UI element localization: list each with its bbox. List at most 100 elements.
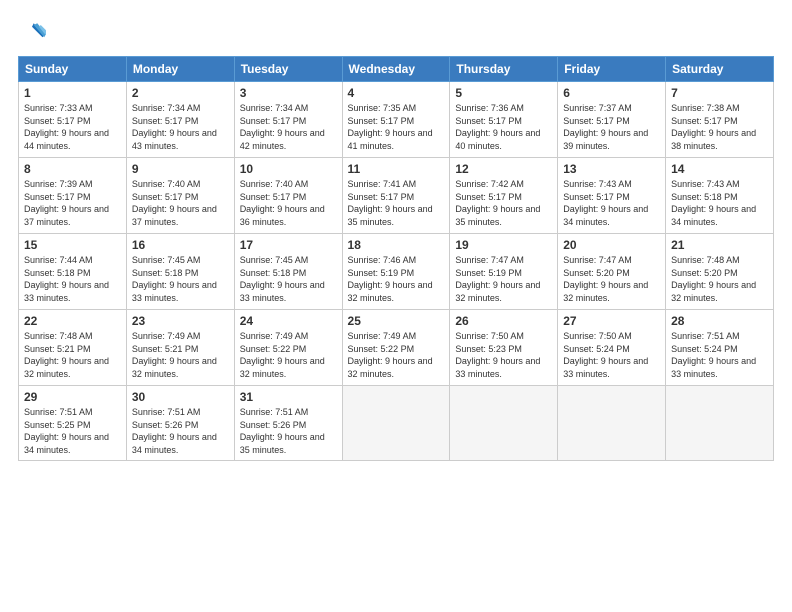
calendar-cell: 14Sunrise: 7:43 AMSunset: 5:18 PMDayligh… bbox=[666, 158, 774, 234]
day-number: 17 bbox=[240, 238, 337, 252]
day-info: Sunrise: 7:51 AMSunset: 5:24 PMDaylight:… bbox=[671, 330, 768, 380]
day-info: Sunrise: 7:50 AMSunset: 5:23 PMDaylight:… bbox=[455, 330, 552, 380]
calendar-cell bbox=[342, 386, 450, 461]
day-number: 8 bbox=[24, 162, 121, 176]
day-info: Sunrise: 7:41 AMSunset: 5:17 PMDaylight:… bbox=[348, 178, 445, 228]
day-number: 10 bbox=[240, 162, 337, 176]
day-number: 21 bbox=[671, 238, 768, 252]
day-info: Sunrise: 7:40 AMSunset: 5:17 PMDaylight:… bbox=[132, 178, 229, 228]
calendar-cell: 30 Sunrise: 7:51 AMSunset: 5:26 PMDayligh… bbox=[126, 386, 234, 461]
day-info: Sunrise: 7:45 AMSunset: 5:18 PMDaylight:… bbox=[240, 254, 337, 304]
calendar-table: SundayMondayTuesdayWednesdayThursdayFrid… bbox=[18, 56, 774, 461]
day-info: Sunrise: 7:44 AMSunset: 5:18 PMDaylight:… bbox=[24, 254, 121, 304]
calendar-cell: 25 Sunrise: 7:49 AMSunset: 5:22 PMDayligh… bbox=[342, 310, 450, 386]
day-info: Sunrise: 7:36 AMSunset: 5:17 PMDaylight:… bbox=[455, 102, 552, 152]
calendar-cell: 29 Sunrise: 7:51 AMSunset: 5:25 PMDayligh… bbox=[19, 386, 127, 461]
logo-icon bbox=[18, 18, 46, 46]
day-info: Sunrise: 7:45 AMSunset: 5:18 PMDaylight:… bbox=[132, 254, 229, 304]
calendar-cell: 4 Sunrise: 7:35 AMSunset: 5:17 PMDaylight… bbox=[342, 82, 450, 158]
week-row-4: 22 Sunrise: 7:48 AMSunset: 5:21 PMDayligh… bbox=[19, 310, 774, 386]
day-number: 29 bbox=[24, 390, 121, 404]
logo bbox=[18, 18, 50, 46]
day-number: 27 bbox=[563, 314, 660, 328]
calendar-cell: 21 Sunrise: 7:48 AMSunset: 5:20 PMDayligh… bbox=[666, 234, 774, 310]
calendar-cell: 8 Sunrise: 7:39 AMSunset: 5:17 PMDaylight… bbox=[19, 158, 127, 234]
day-number: 16 bbox=[132, 238, 229, 252]
day-info: Sunrise: 7:43 AMSunset: 5:17 PMDaylight:… bbox=[563, 178, 660, 228]
day-info: Sunrise: 7:43 AMSunset: 5:18 PMDaylight:… bbox=[671, 178, 768, 228]
col-header-monday: Monday bbox=[126, 57, 234, 82]
calendar-cell: 12Sunrise: 7:42 AMSunset: 5:17 PMDayligh… bbox=[450, 158, 558, 234]
page: SundayMondayTuesdayWednesdayThursdayFrid… bbox=[0, 0, 792, 612]
day-number: 22 bbox=[24, 314, 121, 328]
header bbox=[18, 18, 774, 46]
calendar-cell: 3 Sunrise: 7:34 AMSunset: 5:17 PMDaylight… bbox=[234, 82, 342, 158]
day-number: 19 bbox=[455, 238, 552, 252]
day-info: Sunrise: 7:50 AMSunset: 5:24 PMDaylight:… bbox=[563, 330, 660, 380]
calendar-cell: 16 Sunrise: 7:45 AMSunset: 5:18 PMDayligh… bbox=[126, 234, 234, 310]
day-number: 6 bbox=[563, 86, 660, 100]
calendar-cell bbox=[666, 386, 774, 461]
calendar-cell: 10 Sunrise: 7:40 AMSunset: 5:17 PMDayligh… bbox=[234, 158, 342, 234]
col-header-sunday: Sunday bbox=[19, 57, 127, 82]
calendar-cell: 11 Sunrise: 7:41 AMSunset: 5:17 PMDayligh… bbox=[342, 158, 450, 234]
day-number: 12 bbox=[455, 162, 552, 176]
day-info: Sunrise: 7:49 AMSunset: 5:21 PMDaylight:… bbox=[132, 330, 229, 380]
day-number: 13 bbox=[563, 162, 660, 176]
calendar-cell: 7Sunrise: 7:38 AMSunset: 5:17 PMDaylight… bbox=[666, 82, 774, 158]
day-info: Sunrise: 7:51 AMSunset: 5:26 PMDaylight:… bbox=[132, 406, 229, 456]
calendar-cell: 26 Sunrise: 7:50 AMSunset: 5:23 PMDayligh… bbox=[450, 310, 558, 386]
day-number: 7 bbox=[671, 86, 768, 100]
day-info: Sunrise: 7:39 AMSunset: 5:17 PMDaylight:… bbox=[24, 178, 121, 228]
calendar-cell: 2 Sunrise: 7:34 AMSunset: 5:17 PMDaylight… bbox=[126, 82, 234, 158]
day-number: 28 bbox=[671, 314, 768, 328]
calendar-cell bbox=[450, 386, 558, 461]
calendar-cell: 15Sunrise: 7:44 AMSunset: 5:18 PMDayligh… bbox=[19, 234, 127, 310]
calendar-cell: 31 Sunrise: 7:51 AMSunset: 5:26 PMDayligh… bbox=[234, 386, 342, 461]
day-number: 3 bbox=[240, 86, 337, 100]
day-number: 30 bbox=[132, 390, 229, 404]
col-header-saturday: Saturday bbox=[666, 57, 774, 82]
week-row-2: 8 Sunrise: 7:39 AMSunset: 5:17 PMDaylight… bbox=[19, 158, 774, 234]
day-number: 5 bbox=[455, 86, 552, 100]
day-info: Sunrise: 7:40 AMSunset: 5:17 PMDaylight:… bbox=[240, 178, 337, 228]
calendar-cell: 24Sunrise: 7:49 AMSunset: 5:22 PMDayligh… bbox=[234, 310, 342, 386]
calendar-cell: 13 Sunrise: 7:43 AMSunset: 5:17 PMDayligh… bbox=[558, 158, 666, 234]
day-info: Sunrise: 7:51 AMSunset: 5:26 PMDaylight:… bbox=[240, 406, 337, 456]
day-info: Sunrise: 7:51 AMSunset: 5:25 PMDaylight:… bbox=[24, 406, 121, 456]
day-number: 2 bbox=[132, 86, 229, 100]
day-number: 11 bbox=[348, 162, 445, 176]
day-info: Sunrise: 7:46 AMSunset: 5:19 PMDaylight:… bbox=[348, 254, 445, 304]
day-info: Sunrise: 7:35 AMSunset: 5:17 PMDaylight:… bbox=[348, 102, 445, 152]
col-header-wednesday: Wednesday bbox=[342, 57, 450, 82]
day-number: 31 bbox=[240, 390, 337, 404]
week-row-3: 15Sunrise: 7:44 AMSunset: 5:18 PMDayligh… bbox=[19, 234, 774, 310]
day-info: Sunrise: 7:48 AMSunset: 5:21 PMDaylight:… bbox=[24, 330, 121, 380]
day-info: Sunrise: 7:49 AMSunset: 5:22 PMDaylight:… bbox=[240, 330, 337, 380]
col-header-thursday: Thursday bbox=[450, 57, 558, 82]
calendar-cell: 9 Sunrise: 7:40 AMSunset: 5:17 PMDaylight… bbox=[126, 158, 234, 234]
calendar-cell: 28 Sunrise: 7:51 AMSunset: 5:24 PMDayligh… bbox=[666, 310, 774, 386]
day-info: Sunrise: 7:48 AMSunset: 5:20 PMDaylight:… bbox=[671, 254, 768, 304]
day-info: Sunrise: 7:34 AMSunset: 5:17 PMDaylight:… bbox=[240, 102, 337, 152]
day-number: 9 bbox=[132, 162, 229, 176]
day-number: 26 bbox=[455, 314, 552, 328]
day-info: Sunrise: 7:47 AMSunset: 5:20 PMDaylight:… bbox=[563, 254, 660, 304]
day-info: Sunrise: 7:49 AMSunset: 5:22 PMDaylight:… bbox=[348, 330, 445, 380]
calendar-cell bbox=[558, 386, 666, 461]
day-number: 20 bbox=[563, 238, 660, 252]
calendar-cell: 19 Sunrise: 7:47 AMSunset: 5:19 PMDayligh… bbox=[450, 234, 558, 310]
calendar-cell: 23Sunrise: 7:49 AMSunset: 5:21 PMDayligh… bbox=[126, 310, 234, 386]
day-number: 25 bbox=[348, 314, 445, 328]
col-header-tuesday: Tuesday bbox=[234, 57, 342, 82]
col-header-friday: Friday bbox=[558, 57, 666, 82]
calendar-cell: 1Sunrise: 7:33 AMSunset: 5:17 PMDaylight… bbox=[19, 82, 127, 158]
calendar-cell: 5 Sunrise: 7:36 AMSunset: 5:17 PMDaylight… bbox=[450, 82, 558, 158]
day-info: Sunrise: 7:34 AMSunset: 5:17 PMDaylight:… bbox=[132, 102, 229, 152]
calendar-cell: 27 Sunrise: 7:50 AMSunset: 5:24 PMDayligh… bbox=[558, 310, 666, 386]
calendar-cell: 18Sunrise: 7:46 AMSunset: 5:19 PMDayligh… bbox=[342, 234, 450, 310]
day-number: 4 bbox=[348, 86, 445, 100]
day-info: Sunrise: 7:47 AMSunset: 5:19 PMDaylight:… bbox=[455, 254, 552, 304]
week-row-5: 29 Sunrise: 7:51 AMSunset: 5:25 PMDayligh… bbox=[19, 386, 774, 461]
calendar-cell: 20 Sunrise: 7:47 AMSunset: 5:20 PMDayligh… bbox=[558, 234, 666, 310]
